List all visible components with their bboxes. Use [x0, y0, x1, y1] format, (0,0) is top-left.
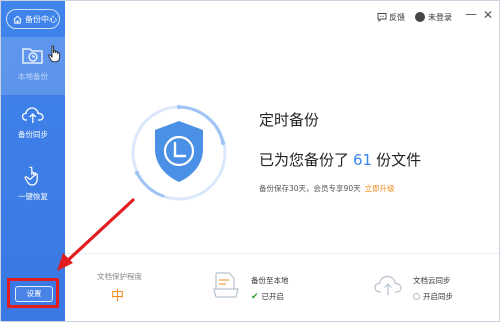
- close-button[interactable]: ✕: [483, 8, 493, 22]
- user-login-button[interactable]: 未登录: [415, 12, 452, 23]
- cloud-upload-icon: [21, 107, 44, 123]
- minimize-button[interactable]: —: [465, 7, 477, 21]
- local-backup-label: 备份至本地: [251, 276, 289, 285]
- toggle-circle-icon: [413, 293, 420, 300]
- app-title: 备份中心: [25, 15, 57, 24]
- page-title: 定时备份: [259, 111, 320, 129]
- hand-restore-icon: [24, 166, 38, 186]
- user-label: 未登录: [428, 13, 452, 22]
- folder-clock-icon: [22, 48, 43, 64]
- document-backup-icon: [213, 272, 239, 298]
- cloud-sync-toggle[interactable]: 开启同步: [413, 291, 453, 302]
- backup-count: 61: [353, 151, 373, 169]
- count-prefix: 已为您备份了: [259, 151, 350, 169]
- protection-label: 文档保护程度: [97, 272, 142, 281]
- shield-clock-illustration: [131, 104, 227, 201]
- upgrade-link[interactable]: 立即升级: [365, 184, 395, 193]
- cloud-sync-icon: [374, 275, 402, 295]
- avatar-icon: [415, 12, 425, 22]
- cloud-sync-label: 文档云同步: [413, 276, 451, 285]
- sidebar-item-label: 本地备份: [18, 72, 48, 81]
- backup-center-window: 备份中心 本地备份 备份同步 一键恢复 设置 反馈 未登录 — ✕ 定时备份 已…: [0, 0, 500, 322]
- cloud-sync-status-text: 开启同步: [423, 292, 453, 301]
- feedback-button[interactable]: 反馈: [377, 12, 405, 23]
- hand-cursor-icon: [48, 45, 61, 63]
- settings-button[interactable]: 设置: [15, 286, 53, 302]
- retention-line: 备份保存30天，会员专享90天 立即升级: [259, 183, 395, 194]
- local-backup-status: ✔ 已开启: [251, 291, 284, 302]
- protection-level: 中: [111, 289, 125, 304]
- backup-count-line: 已为您备份了 61 份文件: [259, 149, 421, 170]
- sidebar-item-label: 一键恢复: [18, 192, 48, 201]
- sidebar: 备份中心 本地备份 备份同步 一键恢复 设置: [1, 1, 65, 321]
- home-icon: [13, 15, 22, 24]
- local-backup-status-text: 已开启: [261, 292, 285, 301]
- retention-text: 备份保存30天，会员专享90天: [259, 184, 361, 193]
- red-arrow-annotation: [57, 198, 135, 271]
- sidebar-item-restore[interactable]: 一键恢复: [1, 157, 65, 215]
- divider: [65, 253, 499, 254]
- count-suffix: 份文件: [376, 151, 422, 169]
- feedback-label: 反馈: [389, 13, 405, 22]
- settings-highlight-box: 设置: [7, 278, 59, 308]
- app-title-badge: 备份中心: [6, 9, 60, 29]
- sidebar-item-backup-sync[interactable]: 备份同步: [1, 97, 65, 155]
- check-icon: ✔: [251, 292, 259, 302]
- top-bar: 反馈 未登录 — ✕: [65, 1, 499, 35]
- sidebar-item-label: 备份同步: [18, 130, 48, 139]
- chat-bubble-icon: [377, 13, 387, 23]
